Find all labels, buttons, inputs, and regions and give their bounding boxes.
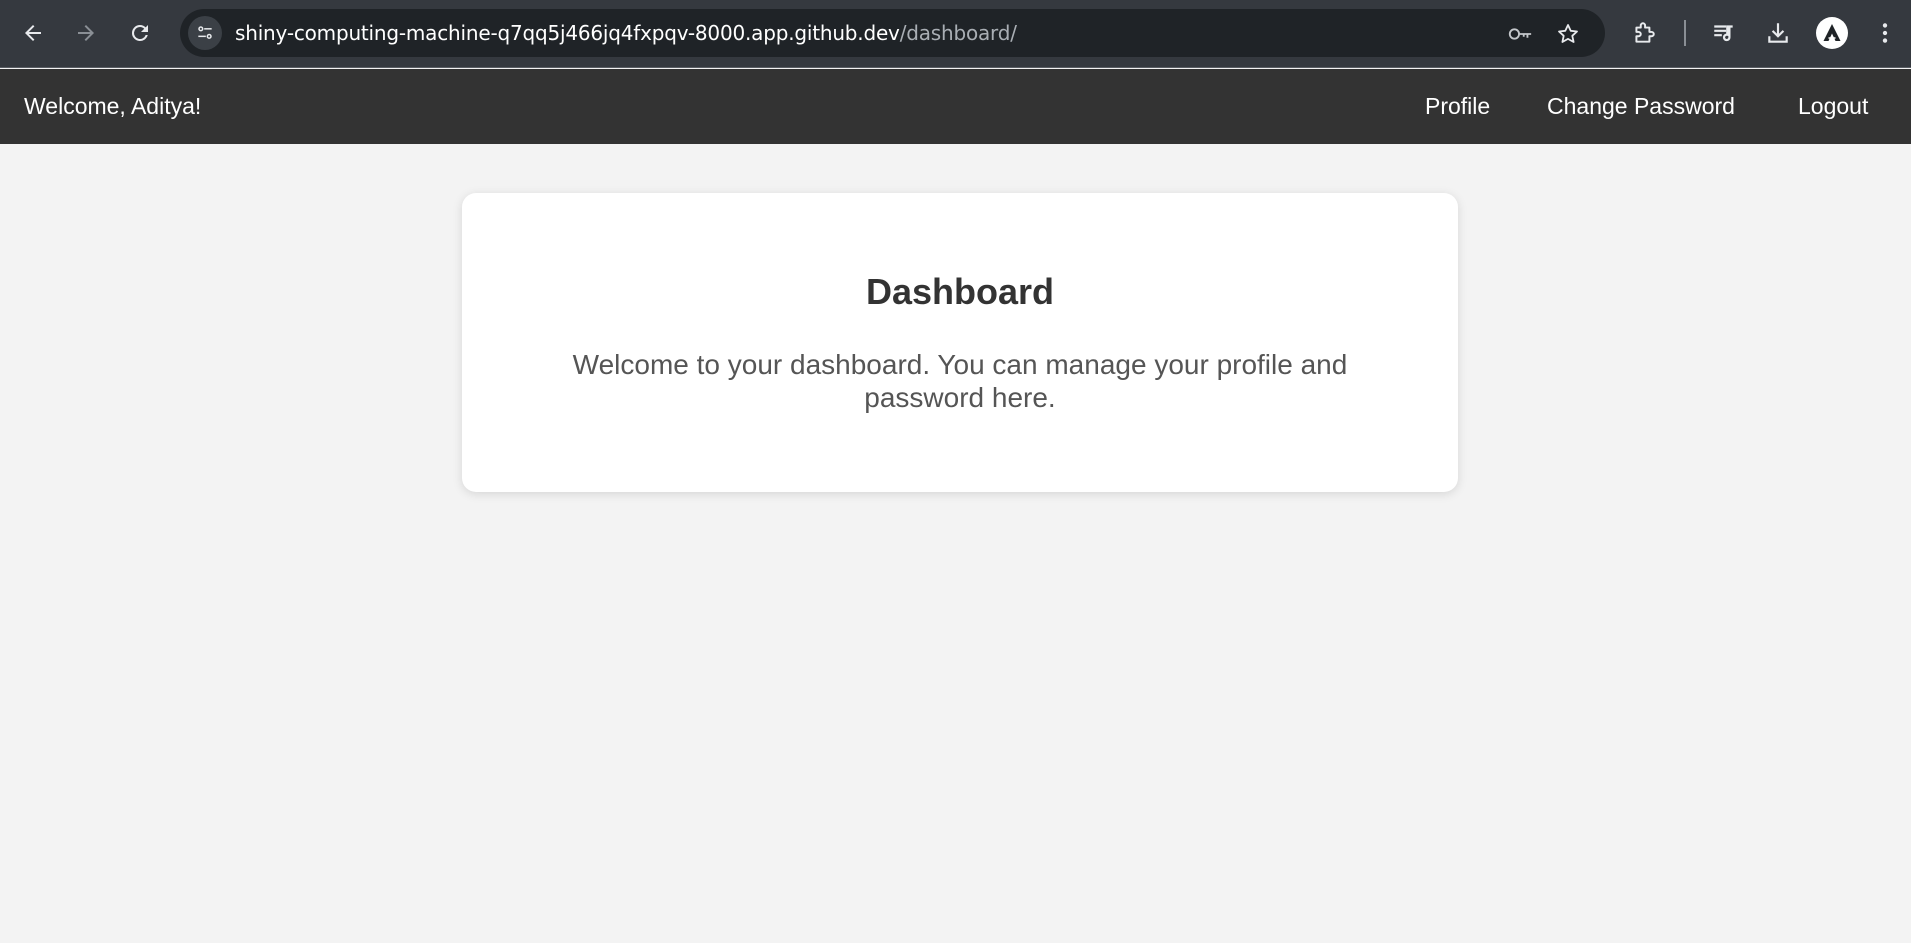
extensions-button[interactable] bbox=[1627, 16, 1661, 50]
url-text[interactable]: shiny-computing-machine-q7qq5j466jq4fxpq… bbox=[235, 21, 1017, 45]
password-key-icon bbox=[1508, 28, 1532, 40]
reload-icon bbox=[131, 24, 148, 41]
downloads-button[interactable] bbox=[1761, 16, 1795, 50]
browser-toolbar: shiny-computing-machine-q7qq5j466jq4fxpq… bbox=[0, 0, 1911, 68]
reload-button[interactable] bbox=[119, 12, 161, 54]
welcome-message: Welcome, Aditya! bbox=[24, 93, 202, 119]
forward-button[interactable] bbox=[65, 12, 107, 54]
nav-link-change-password[interactable]: Change Password bbox=[1547, 93, 1735, 120]
url-path: /dashboard/ bbox=[899, 21, 1017, 45]
toolbar-separator bbox=[1684, 20, 1686, 46]
nav-link-profile[interactable]: Profile bbox=[1425, 93, 1490, 120]
back-button[interactable] bbox=[12, 12, 54, 54]
nav-link-logout[interactable]: Logout bbox=[1798, 93, 1868, 120]
menu-icon bbox=[1882, 23, 1888, 43]
media-controls-icon bbox=[1714, 25, 1733, 42]
extensions-icon bbox=[1635, 22, 1655, 43]
site-info-button[interactable] bbox=[188, 16, 222, 50]
address-bar[interactable]: shiny-computing-machine-q7qq5j466jq4fxpq… bbox=[180, 9, 1605, 57]
dashboard-message: Welcome to your dashboard. You can manag… bbox=[572, 349, 1348, 413]
forward-icon bbox=[78, 25, 94, 41]
bookmark-button[interactable] bbox=[1555, 21, 1581, 47]
password-key-button[interactable] bbox=[1507, 21, 1533, 47]
url-host: shiny-computing-machine-q7qq5j466jq4fxpq… bbox=[235, 21, 900, 45]
bookmark-star-icon bbox=[1558, 24, 1578, 43]
media-controls-button[interactable] bbox=[1707, 16, 1741, 50]
page-title: Dashboard bbox=[865, 271, 1055, 312]
browser-menu-button[interactable] bbox=[1868, 16, 1902, 50]
app-navbar: Welcome, Aditya! Profile Change Password… bbox=[0, 69, 1911, 144]
profile-avatar-button[interactable] bbox=[1816, 17, 1848, 49]
profile-avatar-icon bbox=[1823, 24, 1841, 41]
back-icon bbox=[25, 25, 41, 41]
site-info-icon bbox=[198, 26, 212, 39]
downloads-icon bbox=[1768, 23, 1788, 43]
dashboard-card: Dashboard Welcome to your dashboard. You… bbox=[462, 193, 1458, 492]
